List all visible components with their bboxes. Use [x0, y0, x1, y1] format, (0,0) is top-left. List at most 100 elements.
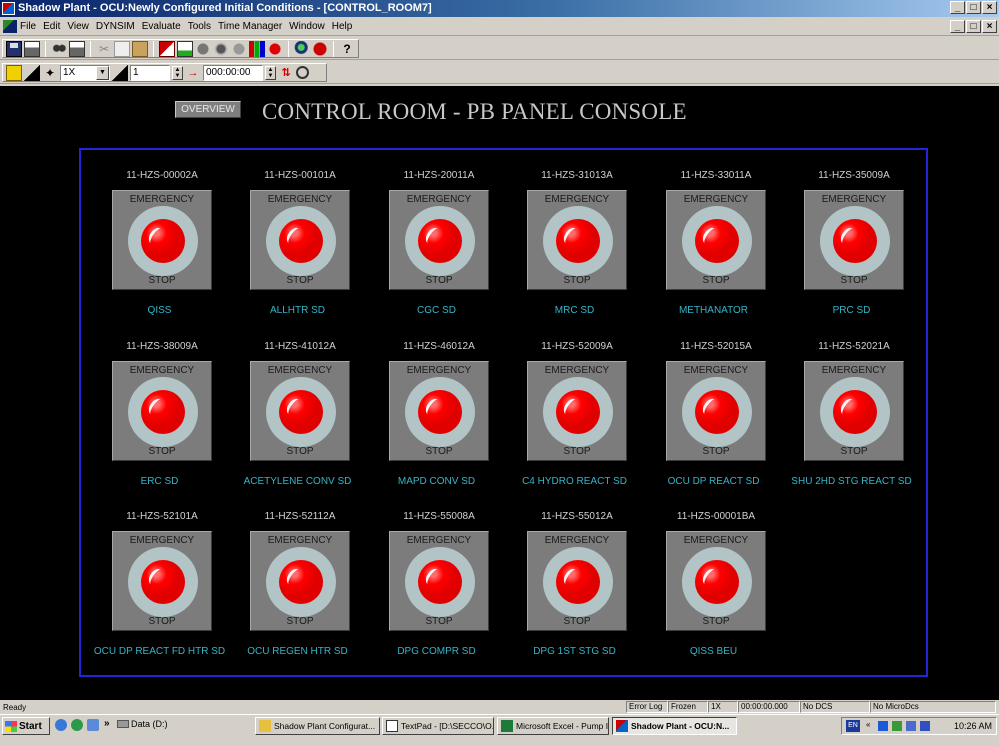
status-error-log[interactable]: Error Log [626, 701, 668, 713]
menu-window[interactable]: Window [289, 21, 325, 32]
emergency-stop-button[interactable]: EMERGENCY STOP [527, 531, 627, 631]
trend-icon[interactable] [159, 40, 175, 57]
emergency-stop-button[interactable]: EMERGENCY STOP [666, 190, 766, 290]
menu-time-manager[interactable]: Time Manager [218, 21, 282, 32]
bars-icon[interactable] [249, 40, 265, 57]
language-indicator[interactable]: EN [846, 720, 860, 732]
copy-icon[interactable] [114, 40, 130, 57]
time-input[interactable]: 000:00:00 [203, 64, 263, 81]
chevron-down-icon[interactable]: ▼ [96, 65, 109, 80]
task-excel[interactable]: Microsoft Excel - Pump I... [497, 717, 609, 735]
stop-knob-icon[interactable] [279, 390, 323, 434]
save-icon[interactable] [6, 40, 22, 57]
menu-evaluate[interactable]: Evaluate [142, 21, 181, 32]
speed-value: 1X [63, 67, 76, 78]
task-textpad[interactable]: TextPad - [D:\SECCO\O... [382, 717, 494, 735]
volume-icon[interactable] [892, 721, 902, 731]
menu-tools[interactable]: Tools [188, 21, 211, 32]
goto-time-icon[interactable]: → [185, 65, 201, 81]
button-ring [128, 377, 198, 447]
step-spinner[interactable]: ▲ ▼ [172, 65, 183, 80]
print-icon[interactable] [69, 40, 85, 57]
menu-view[interactable]: View [67, 21, 89, 32]
stop-knob-icon[interactable] [418, 560, 462, 604]
stop-knob-icon[interactable] [418, 390, 462, 434]
emergency-stop-button[interactable]: EMERGENCY STOP [666, 531, 766, 631]
stop-knob-icon[interactable] [695, 390, 739, 434]
emergency-stop-button[interactable]: EMERGENCY STOP [804, 190, 904, 290]
settings-icon[interactable] [231, 40, 247, 57]
minimize-button[interactable]: _ [950, 1, 965, 14]
emergency-stop-button[interactable]: EMERGENCY STOP [389, 361, 489, 461]
stop-knob-icon[interactable] [556, 560, 600, 604]
doc-minimize-button[interactable]: _ [950, 20, 965, 33]
help-icon[interactable]: ? [339, 41, 355, 57]
stop-knob-icon[interactable] [279, 219, 323, 263]
emergency-stop-button[interactable]: EMERGENCY STOP [389, 531, 489, 631]
operator-icon[interactable]: ✦ [42, 65, 58, 81]
run-icon[interactable] [6, 64, 22, 81]
doc-restore-button[interactable]: □ [966, 20, 981, 33]
emergency-stop-button[interactable]: EMERGENCY STOP [250, 190, 350, 290]
shield-icon[interactable] [920, 721, 930, 731]
stop-knob-icon[interactable] [279, 560, 323, 604]
drive-toolbar[interactable]: Data (D:) [117, 719, 168, 729]
overview-button[interactable]: OVERVIEW [175, 101, 241, 118]
menu-file[interactable]: File [20, 21, 36, 32]
chevron-right-icon[interactable]: » [104, 718, 110, 729]
model-icon[interactable] [195, 40, 211, 57]
time-spinner[interactable]: ▲ ▼ [265, 65, 276, 80]
stop-knob-icon[interactable] [418, 219, 462, 263]
security-icon[interactable] [906, 721, 916, 731]
app-quicklaunch-icon[interactable] [71, 719, 83, 731]
emergency-stop-button[interactable]: EMERGENCY STOP [527, 361, 627, 461]
network-icon[interactable] [878, 721, 888, 731]
save-as-icon[interactable] [24, 40, 40, 57]
desktop-quicklaunch-icon[interactable] [87, 719, 99, 731]
emergency-stop-button[interactable]: EMERGENCY STOP [112, 190, 212, 290]
speed-select[interactable]: 1X ▼ [60, 64, 110, 81]
plot-icon[interactable] [177, 40, 193, 57]
emergency-stop-button[interactable]: EMERGENCY STOP [250, 531, 350, 631]
stop-knob-icon[interactable] [141, 390, 185, 434]
task-shadow-config[interactable]: Shadow Plant Configurat... [255, 717, 380, 735]
engine-icon[interactable] [213, 40, 229, 57]
doc-close-button[interactable]: × [982, 20, 997, 33]
emergency-stop-button[interactable]: EMERGENCY STOP [804, 361, 904, 461]
menu-dynsim[interactable]: DYNSIM [96, 21, 135, 32]
document-icon[interactable] [3, 20, 17, 33]
emergency-stop-button[interactable]: EMERGENCY STOP [112, 531, 212, 631]
stop-knob-icon[interactable] [556, 219, 600, 263]
find-icon[interactable] [51, 40, 67, 57]
snapshot-icon[interactable]: ⇅ [278, 65, 294, 81]
stop-knob-icon[interactable] [833, 219, 877, 263]
maximize-button[interactable]: □ [966, 1, 981, 14]
menu-edit[interactable]: Edit [43, 21, 60, 32]
emergency-stop-button[interactable]: EMERGENCY STOP [666, 361, 766, 461]
paste-icon[interactable] [132, 40, 148, 57]
stop-knob-icon[interactable] [556, 390, 600, 434]
emergency-stop-button[interactable]: EMERGENCY STOP [527, 190, 627, 290]
menu-help[interactable]: Help [332, 21, 353, 32]
stop-knob-icon[interactable] [695, 219, 739, 263]
close-button[interactable]: × [982, 1, 997, 14]
browser-quicklaunch-icon[interactable] [55, 719, 67, 731]
stop-icon[interactable] [312, 40, 328, 57]
start-button[interactable]: Start [2, 717, 50, 735]
speed-icon[interactable] [24, 64, 40, 81]
globe-icon[interactable] [294, 40, 310, 57]
emergency-stop-button[interactable]: EMERGENCY STOP [389, 190, 489, 290]
emergency-stop-button[interactable]: EMERGENCY STOP [112, 361, 212, 461]
emergency-stop-button[interactable]: EMERGENCY STOP [250, 361, 350, 461]
stop-knob-icon[interactable] [141, 560, 185, 604]
record-icon[interactable] [267, 40, 283, 57]
step-icon[interactable] [112, 64, 128, 81]
step-input[interactable]: 1 [130, 64, 170, 81]
stop-knob-icon[interactable] [695, 560, 739, 604]
clock-icon[interactable] [296, 66, 309, 79]
chevron-left-icon[interactable]: « [866, 720, 876, 730]
cut-icon[interactable]: ✂ [96, 41, 112, 57]
task-shadow-plant[interactable]: Shadow Plant - OCU:N... [612, 717, 737, 735]
stop-knob-icon[interactable] [833, 390, 877, 434]
stop-knob-icon[interactable] [141, 219, 185, 263]
